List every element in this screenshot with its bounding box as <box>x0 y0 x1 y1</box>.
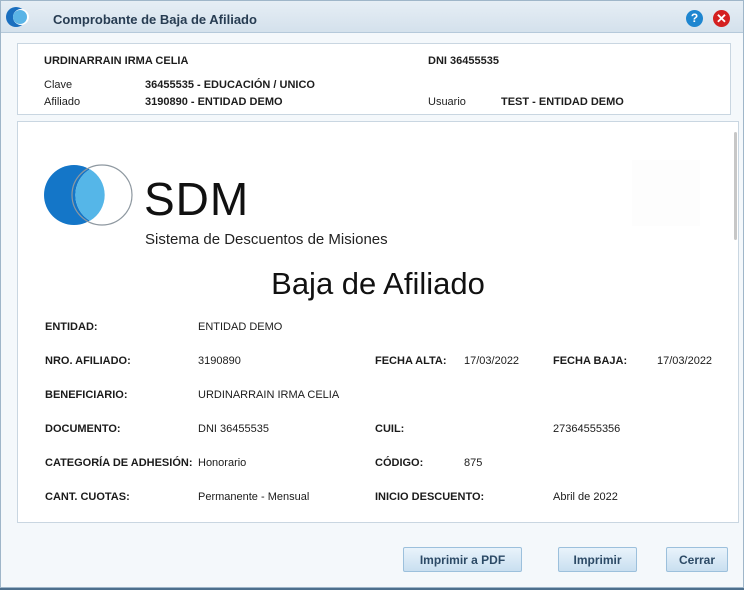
usuario-value: TEST - ENTIDAD DEMO <box>501 96 624 108</box>
brand-name: SDM <box>144 173 250 225</box>
inicio-descuento-label: INICIO DESCUENTO: <box>375 491 485 503</box>
inicio-descuento-value: Abril de 2022 <box>553 491 618 503</box>
cuil-value: 27364555356 <box>553 423 621 435</box>
clave-value: 36455535 - EDUCACIÓN / UNICO <box>145 79 315 91</box>
brand-subtitle: Sistema de Descuentos de Misiones <box>145 231 388 248</box>
dialog-titlebar[interactable]: Comprobante de Baja de Afiliado ? ✕ <box>1 1 743 33</box>
fecha-alta-value: 17/03/2022 <box>464 355 520 367</box>
documento-value: DNI 36455535 <box>198 423 269 435</box>
categoria-value: Honorario <box>198 457 247 469</box>
app-logo-icon <box>6 7 29 27</box>
fecha-baja-value: 17/03/2022 <box>657 355 713 367</box>
cant-cuotas-value: Permanente - Mensual <box>198 491 310 503</box>
affiliate-dni: DNI 36455535 <box>428 55 499 67</box>
entidad-value: ENTIDAD DEMO <box>198 321 283 333</box>
document-title: Baja de Afiliado <box>271 266 485 301</box>
documento-label: DOCUMENTO: <box>45 423 121 435</box>
beneficiario-value: URDINARRAIN IRMA CELIA <box>198 389 340 401</box>
receipt-dialog: Comprobante de Baja de Afiliado ? ✕ URDI… <box>0 0 744 588</box>
close-icon[interactable]: ✕ <box>713 10 730 27</box>
entity-logo-placeholder <box>632 160 700 226</box>
nro-afiliado-value: 3190890 <box>198 355 241 367</box>
codigo-value: 875 <box>464 457 483 469</box>
nro-afiliado-label: NRO. AFILIADO: <box>45 355 131 367</box>
cant-cuotas-label: CANT. CUOTAS: <box>45 491 130 503</box>
print-button[interactable]: Imprimir <box>558 547 637 572</box>
close-button[interactable]: Cerrar <box>666 547 728 572</box>
help-icon[interactable]: ? <box>686 10 703 27</box>
fecha-baja-label: FECHA BAJA: <box>553 355 628 367</box>
affiliate-name: URDINARRAIN IRMA CELIA <box>44 55 189 67</box>
afiliado-label: Afiliado <box>44 96 81 108</box>
receipt-document[interactable]: SDM Sistema de Descuentos de Misiones Ba… <box>17 121 739 523</box>
cuil-label: CUIL: <box>375 423 405 435</box>
codigo-label: CÓDIGO: <box>375 457 424 469</box>
affiliate-summary: URDINARRAIN IRMA CELIA DNI 36455535 Clav… <box>17 43 731 115</box>
clave-label: Clave <box>44 79 73 91</box>
print-pdf-button[interactable]: Imprimir a PDF <box>403 547 522 572</box>
categoria-label: CATEGORÍA DE ADHESIÓN: <box>45 457 193 469</box>
afiliado-value: 3190890 - ENTIDAD DEMO <box>145 96 283 108</box>
document-scrollbar[interactable] <box>734 132 737 240</box>
beneficiario-label: BENEFICIARIO: <box>45 389 128 401</box>
sdm-logo-icon <box>44 164 133 226</box>
fecha-alta-label: FECHA ALTA: <box>375 355 447 367</box>
usuario-label: Usuario <box>428 96 466 108</box>
dialog-title: Comprobante de Baja de Afiliado <box>53 12 257 27</box>
entidad-label: ENTIDAD: <box>45 321 98 333</box>
